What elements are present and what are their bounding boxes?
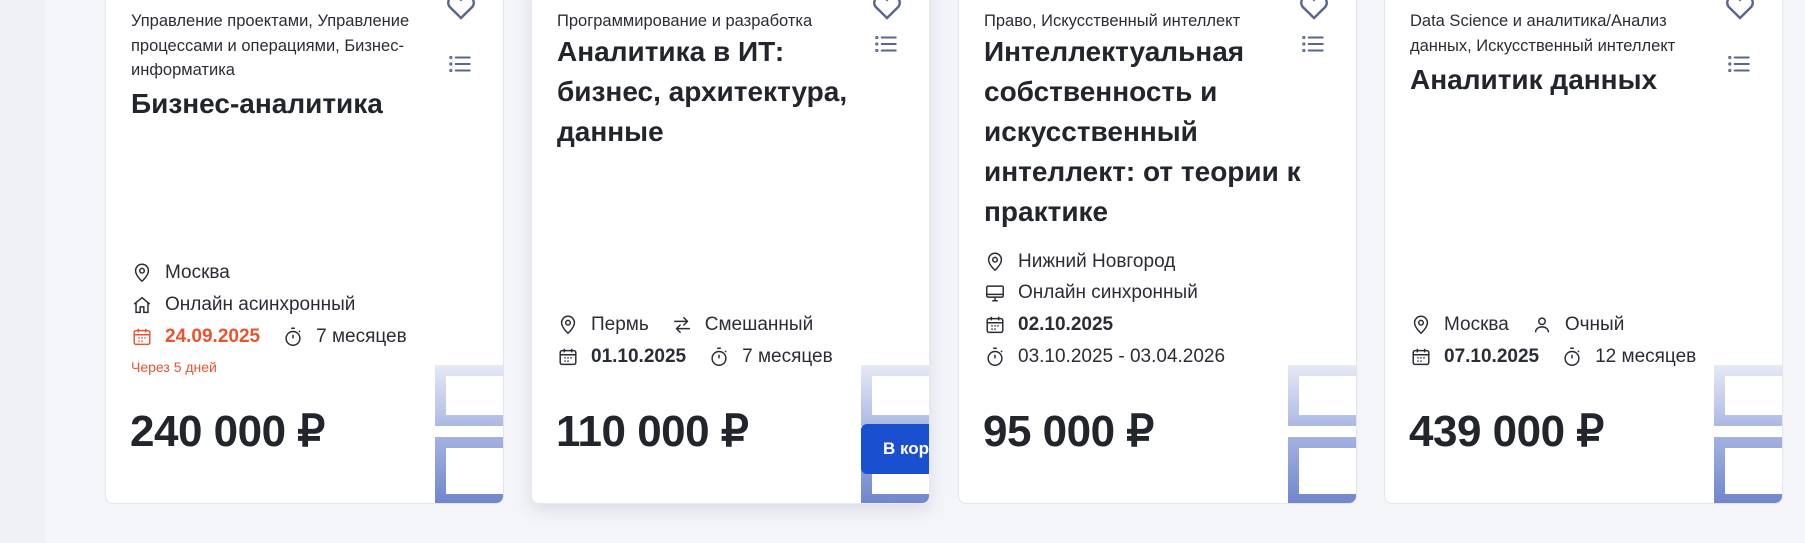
heart-icon[interactable] xyxy=(1297,0,1331,23)
heart-icon[interactable] xyxy=(444,0,478,23)
card-category: Управление проектами, Управление процесс… xyxy=(131,12,410,79)
location-row: Москва xyxy=(131,259,230,287)
left-sidebar-strip xyxy=(0,0,45,543)
location-text: Пермь xyxy=(591,314,649,335)
location-format-row: Москва Очный xyxy=(1410,311,1624,339)
program-card[interactable]: Право, Искусственный интеллект Интеллект… xyxy=(958,0,1357,504)
price: 95 000 ₽ xyxy=(983,407,1154,456)
deco-pattern xyxy=(1288,365,1356,503)
format-text: Онлайн асинхронный xyxy=(165,294,356,315)
list-icon[interactable] xyxy=(447,51,473,77)
stopwatch-icon xyxy=(1564,347,1580,366)
location-pin-icon xyxy=(134,263,150,283)
date-duration-row: 01.10.2025 7 месяцев xyxy=(557,343,833,371)
program-card[interactable]: Data Science и аналитика/Анализ данных, … xyxy=(1384,0,1783,504)
duration-text: 7 месяцев xyxy=(742,346,833,367)
format-text: Очный xyxy=(1564,314,1625,335)
calendar-icon xyxy=(1412,348,1430,366)
catalog-area: Управление проектами, Управление процесс… xyxy=(45,0,1805,543)
location-text: Нижний Новгород xyxy=(1018,251,1176,272)
price: 110 000 ₽ xyxy=(556,407,749,456)
format-row: Онлайн синхронный xyxy=(984,279,1198,307)
deco-pattern xyxy=(1714,365,1782,503)
stopwatch-icon xyxy=(711,347,727,366)
location-pin-icon xyxy=(1413,315,1429,335)
date-duration-row: 24.09.2025 7 месяцев xyxy=(131,323,407,351)
swap-arrows-icon xyxy=(673,316,690,334)
card-title[interactable]: Аналитик данных xyxy=(1410,60,1730,100)
date-row: 02.10.2025 xyxy=(984,311,1113,339)
date-duration-row: 07.10.2025 12 месяцев xyxy=(1410,343,1696,371)
start-date: 02.10.2025 xyxy=(1018,314,1114,335)
dates-range-text: 03.10.2025 - 03.04.2026 xyxy=(1018,346,1226,367)
card-category: Data Science и аналитика/Анализ данных, … xyxy=(1410,12,1676,55)
card-title[interactable]: Аналитика в ИТ: бизнес, архитектура, дан… xyxy=(557,32,877,152)
calendar-icon xyxy=(986,316,1004,334)
location-text: Москва xyxy=(1444,314,1509,335)
start-date: 07.10.2025 xyxy=(1444,346,1540,367)
location-pin-icon xyxy=(560,315,576,335)
start-date: 24.09.2025 xyxy=(165,326,261,347)
home-icon xyxy=(133,296,151,314)
person-icon xyxy=(1534,317,1550,333)
start-date: 01.10.2025 xyxy=(591,346,687,367)
price: 439 000 ₽ xyxy=(1409,407,1604,456)
location-pin-icon xyxy=(987,252,1003,272)
card-category: Право, Искусственный интеллект xyxy=(984,12,1241,30)
add-to-cart-button[interactable]: В корзину xyxy=(861,424,929,474)
duration-text: 7 месяцев xyxy=(316,326,407,347)
heart-icon[interactable] xyxy=(1723,0,1757,23)
deco-pattern xyxy=(435,365,503,503)
calendar-icon xyxy=(559,348,577,366)
card-category: Программирование и разработка xyxy=(557,12,813,30)
dates-range-row: 03.10.2025 - 03.04.2026 xyxy=(984,343,1225,371)
deadline-note: Через 5 дней xyxy=(131,359,217,375)
location-row: Нижний Новгород xyxy=(984,248,1175,276)
price: 240 000 ₽ xyxy=(130,407,325,456)
monitor-icon xyxy=(986,285,1004,302)
format-text: Смешанный xyxy=(704,314,814,335)
duration-text: 12 месяцев xyxy=(1595,346,1697,367)
location-text: Москва xyxy=(165,262,230,283)
program-card[interactable]: Программирование и разработка Аналитика … xyxy=(531,0,930,504)
format-text: Онлайн синхронный xyxy=(1018,282,1198,303)
format-row: Онлайн асинхронный xyxy=(131,291,355,319)
program-card[interactable]: Управление проектами, Управление процесс… xyxy=(105,0,504,504)
location-format-row: Пермь Смешанный xyxy=(557,311,813,339)
calendar-icon xyxy=(133,328,151,346)
card-title[interactable]: Интеллектуальная собственность и искусст… xyxy=(984,32,1304,232)
stopwatch-icon xyxy=(987,347,1003,366)
card-title[interactable]: Бизнес-аналитика xyxy=(131,84,451,124)
heart-icon[interactable] xyxy=(870,0,904,23)
stopwatch-icon xyxy=(285,327,301,346)
